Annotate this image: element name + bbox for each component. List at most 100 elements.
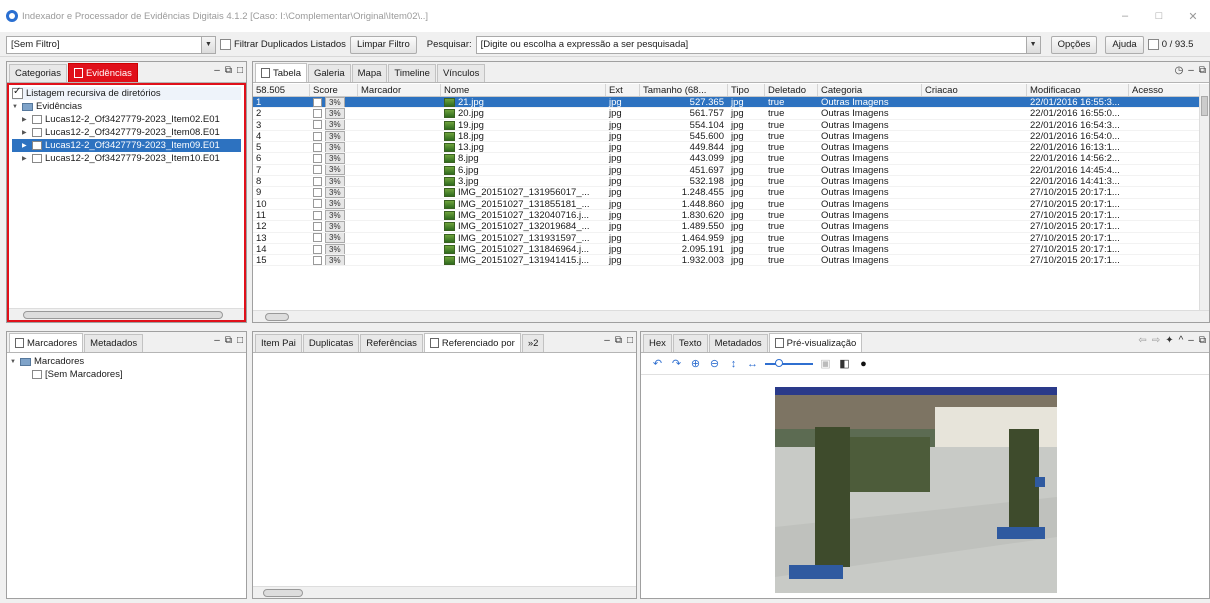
recursive-listing-toggle[interactable]: Listagem recursiva de diretórios (12, 86, 241, 100)
row-checkbox[interactable] (313, 188, 322, 198)
table-row[interactable]: 11 3% IMG_20151027_132040716.j... jpg 1.830.… (253, 209, 1209, 222)
table-row[interactable]: 1 3% 21.jpg jpg 527.365 jpg true Outras Imagens… (253, 97, 1209, 109)
scroll-thumb[interactable] (265, 313, 289, 321)
recursive-checkbox[interactable] (12, 86, 23, 99)
tree-item[interactable]: ▶ Lucas12-2_Of3427779-2023_Item10.E01 (12, 152, 241, 165)
clock-icon[interactable]: ◷ (1175, 65, 1184, 76)
table-row[interactable]: 2 3% 20.jpg jpg 561.757 jpg true Outras Imagens… (253, 108, 1209, 120)
col-name[interactable]: Nome (441, 84, 606, 96)
tab-map[interactable]: Mapa (351, 64, 388, 82)
col-modified[interactable]: Modificacao (1027, 84, 1129, 96)
row-checkbox[interactable] (313, 108, 322, 118)
row-checkbox[interactable] (313, 199, 322, 209)
tab-references[interactable]: Referências (360, 334, 423, 352)
expand-icon[interactable]: ▼ (12, 104, 19, 110)
tab-gallery[interactable]: Galeria (308, 64, 351, 82)
row-checkbox[interactable] (313, 120, 322, 130)
table-row[interactable]: 10 3% IMG_20151027_131855181_... jpg 1.448.8… (253, 198, 1209, 210)
forward-arrow-icon[interactable]: ⇨ (1152, 335, 1160, 346)
minimize-panel-icon[interactable]: – (1188, 335, 1194, 346)
row-checkbox[interactable] (313, 221, 322, 231)
filter-duplicates-checkbox[interactable] (220, 39, 231, 50)
col-category[interactable]: Categoria (818, 84, 922, 96)
zoom-out-icon[interactable]: ⊖ (708, 357, 721, 370)
table-row[interactable]: 8 3% 3.jpg jpg 532.198 jpg true Outras Imagens 2… (253, 176, 1209, 188)
maximize-panel-icon[interactable]: □ (627, 335, 633, 346)
minimize-panel-icon[interactable]: – (1188, 65, 1194, 76)
tab-table[interactable]: Tabela (255, 63, 307, 82)
minimize-panel-icon[interactable]: – (214, 65, 220, 76)
zoom-slider[interactable] (765, 358, 813, 367)
clear-filter-button[interactable]: Limpar Filtro (349, 35, 417, 54)
search-dropdown-icon[interactable]: ▼ (1025, 36, 1040, 53)
col-bookmark[interactable]: Marcador (358, 84, 441, 96)
scroll-thumb[interactable] (263, 589, 303, 597)
minimize-panel-icon[interactable]: – (214, 335, 220, 346)
table-row[interactable]: 14 3% IMG_20151027_131846964.j... jpg 2.095.… (253, 243, 1209, 256)
row-checkbox[interactable] (313, 233, 322, 243)
col-size[interactable]: Tamanho (68... (640, 84, 728, 96)
detach-panel-icon[interactable]: ⧉ (1199, 65, 1206, 76)
col-created[interactable]: Criacao (922, 84, 1027, 96)
tab-duplicates[interactable]: Duplicatas (302, 334, 360, 352)
rotate-left-icon[interactable]: ↶ (651, 357, 664, 370)
tree-root[interactable]: ▼ Evidências (12, 100, 241, 113)
vertical-scrollbar[interactable] (1199, 84, 1209, 310)
maximize-panel-icon[interactable]: □ (237, 335, 243, 346)
collapse-icon[interactable]: ▶ (22, 155, 29, 162)
fit-width-icon[interactable]: ↔ (746, 357, 759, 370)
bookmark-item[interactable]: [Sem Marcadores] (10, 368, 243, 381)
row-checkbox[interactable] (313, 244, 322, 254)
tab-hex[interactable]: Hex (643, 334, 672, 352)
table-row[interactable]: 13 3% IMG_20151027_131931597_... jpg 1.464.9… (253, 232, 1209, 244)
table-row[interactable]: 5 3% 13.jpg jpg 449.844 jpg true Outras Imagens… (253, 142, 1209, 154)
chevron-down-icon[interactable]: ▼ (201, 36, 215, 53)
detach-panel-icon[interactable]: ⧉ (225, 335, 232, 346)
tab-metadata[interactable]: Metadados (84, 334, 144, 352)
detach-panel-icon[interactable]: ⧉ (615, 335, 622, 346)
col-score[interactable]: Score (310, 84, 358, 96)
table-row[interactable]: 3 3% 19.jpg jpg 554.104 jpg true Outras Imagens… (253, 119, 1209, 131)
tree-item-selected[interactable]: ▶ Lucas12-2_Of3427779-2023_Item09.E01 (12, 139, 241, 152)
row-checkbox[interactable] (313, 165, 322, 175)
filter-select[interactable]: [Sem Filtro] ▼ (6, 35, 216, 54)
col-accessed[interactable]: Acesso (1129, 84, 1203, 96)
help-button[interactable]: Ajuda (1105, 35, 1144, 54)
bookmarks-root[interactable]: ▼ Marcadores (10, 355, 243, 368)
fit-height-icon[interactable]: ↕ (727, 357, 740, 370)
table-row[interactable]: 6 3% 8.jpg jpg 443.099 jpg true Outras Imagens 2… (253, 153, 1209, 165)
tab-preview[interactable]: Pré-visualização (768, 333, 863, 352)
tab-text[interactable]: Texto (672, 334, 708, 352)
collapse-icon[interactable]: ▶ (22, 129, 29, 136)
row-checkbox[interactable] (313, 210, 322, 220)
horizontal-scrollbar[interactable] (253, 586, 636, 598)
maximize-panel-icon[interactable]: □ (237, 65, 243, 76)
row-checkbox[interactable] (313, 97, 322, 107)
col-ext[interactable]: Ext (606, 84, 640, 96)
close-button[interactable]: ✕ (1176, 0, 1210, 32)
copy-icon[interactable]: ▣ (819, 357, 832, 370)
tab-bookmarks[interactable]: Marcadores (9, 333, 84, 352)
rotate-right-icon[interactable]: ↷ (670, 357, 683, 370)
row-checkbox[interactable] (313, 131, 322, 141)
options-button[interactable]: Opções (1050, 35, 1098, 54)
zoom-slider-handle[interactable] (775, 358, 783, 367)
contrast-icon[interactable]: ◧ (838, 357, 851, 370)
row-checkbox[interactable] (313, 142, 322, 152)
row-checkbox[interactable] (313, 255, 322, 265)
detach-panel-icon[interactable]: ⧉ (1199, 335, 1206, 346)
table-row[interactable]: 4 3% 18.jpg jpg 545.600 jpg true Outras Imagens… (253, 130, 1209, 143)
scroll-thumb[interactable] (1201, 96, 1208, 116)
table-row[interactable]: 12 3% IMG_20151027_132019684_... jpg 1.489.5… (253, 221, 1209, 233)
row-checkbox[interactable] (313, 176, 322, 186)
more-tabs-button[interactable]: »2 (521, 334, 545, 352)
minimize-button[interactable]: – (1108, 0, 1142, 32)
col-type[interactable]: Tipo (728, 84, 765, 96)
pin-icon[interactable]: ✦ (1165, 335, 1173, 346)
maximize-button[interactable]: □ (1142, 0, 1176, 32)
zoom-in-icon[interactable]: ⊕ (689, 357, 702, 370)
expand-icon[interactable]: ▼ (10, 359, 17, 365)
tab-parent[interactable]: Item Pai (255, 334, 302, 352)
tree-item[interactable]: ▶ Lucas12-2_Of3427779-2023_Item02.E01 (12, 113, 241, 126)
horizontal-scrollbar[interactable] (253, 310, 1209, 322)
